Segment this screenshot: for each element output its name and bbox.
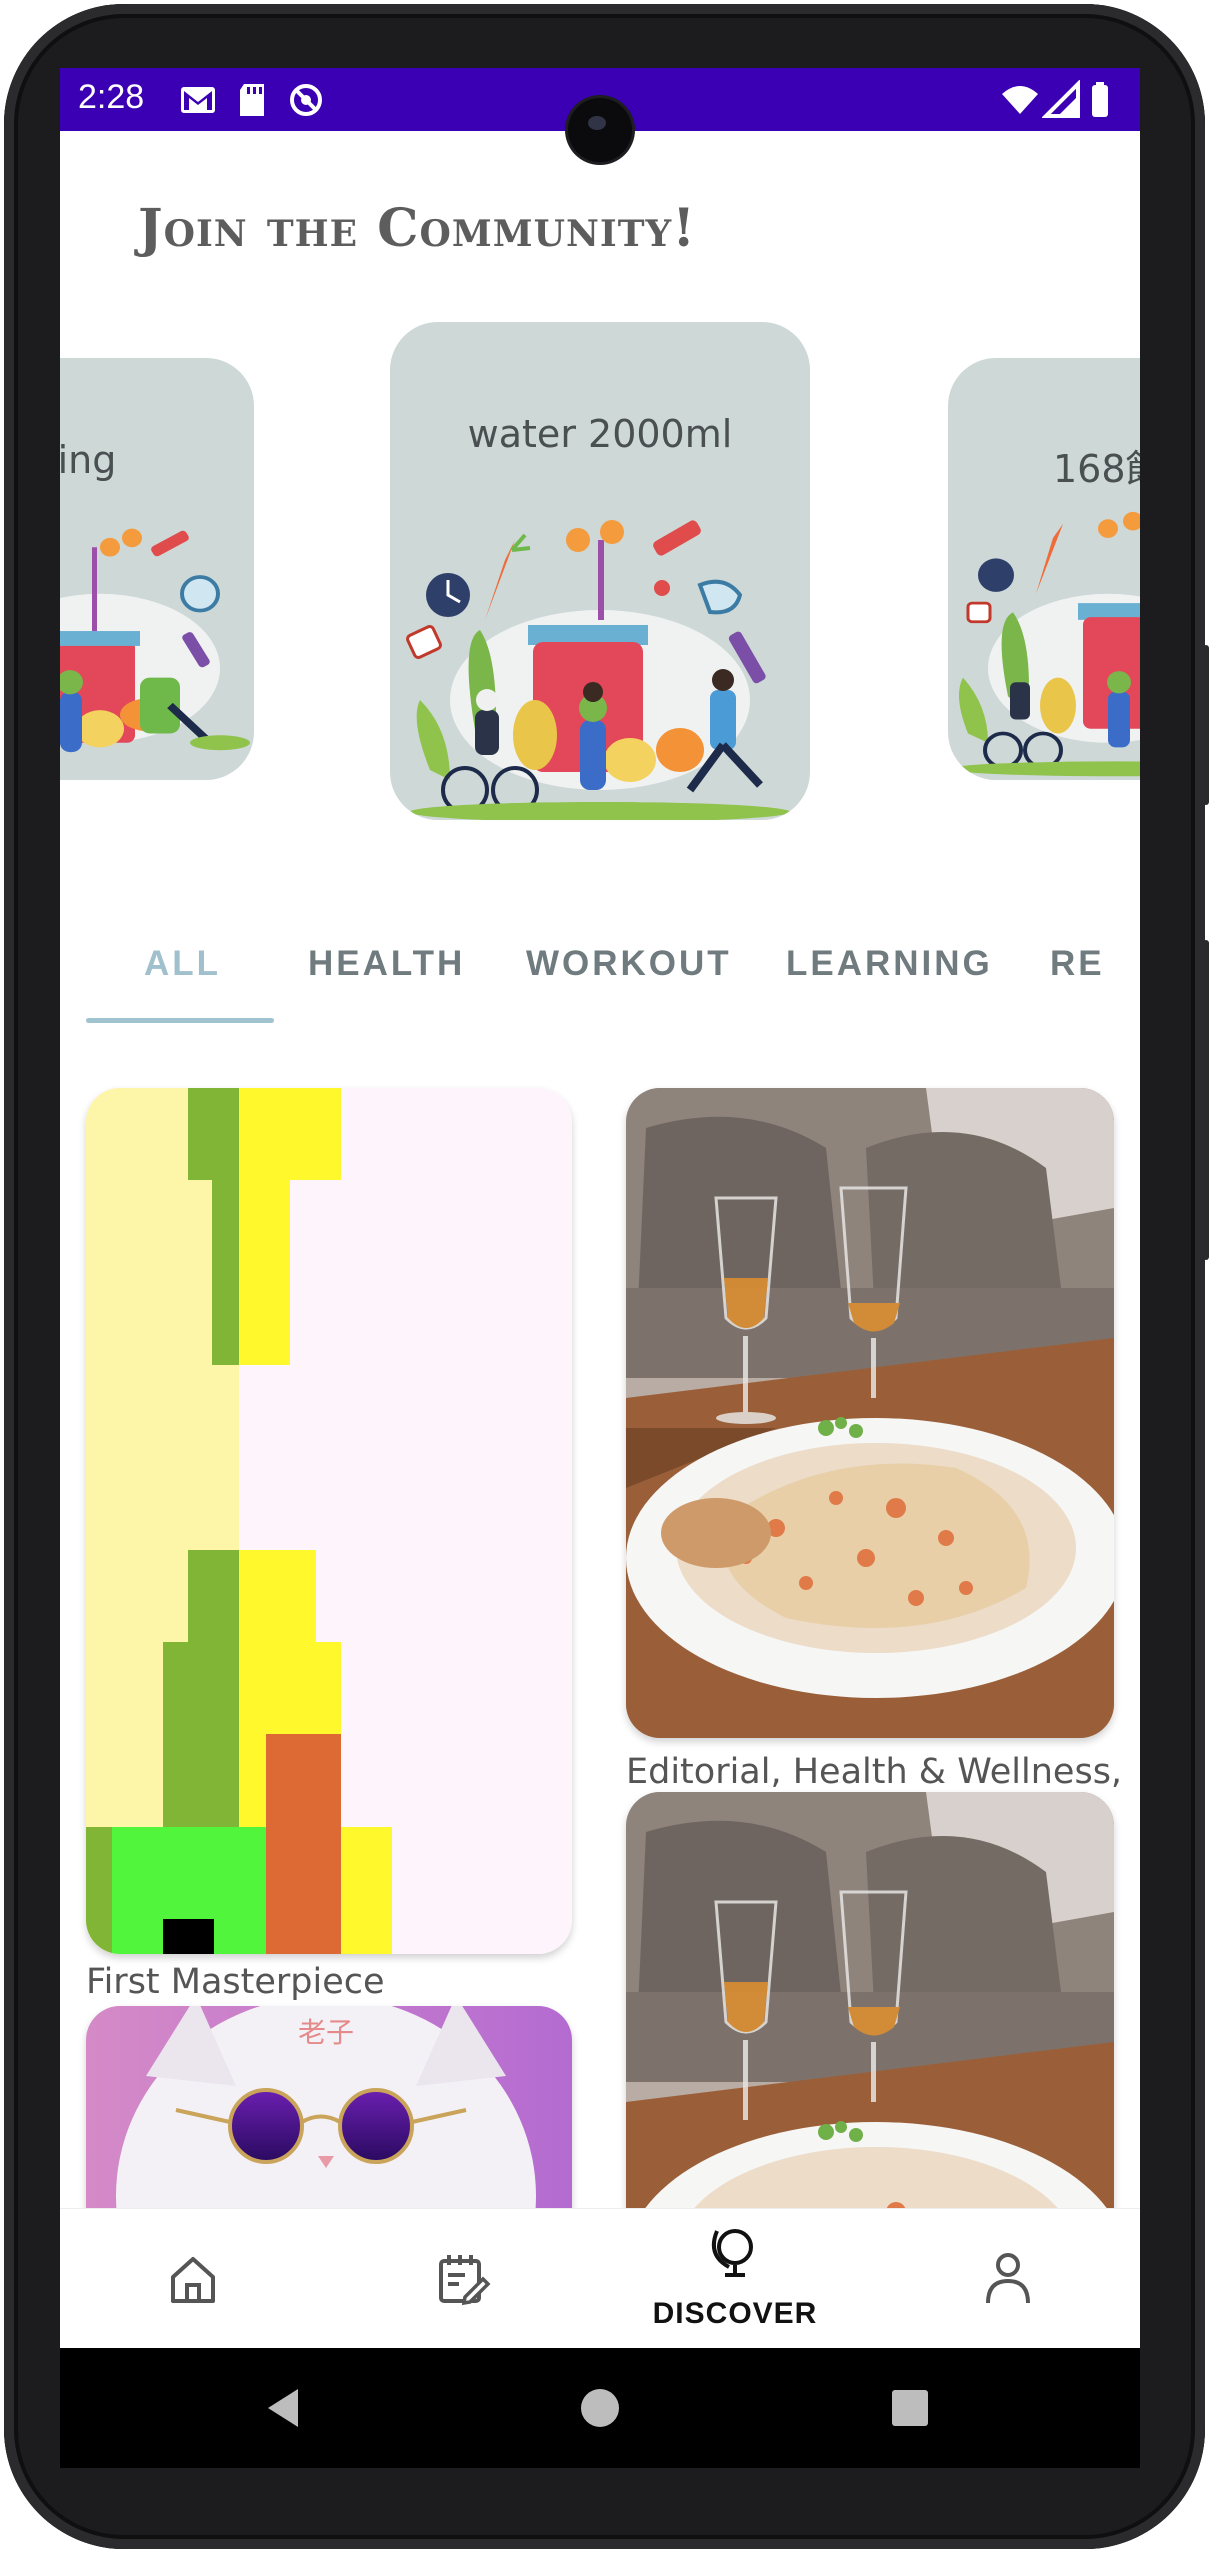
post-caption: Editorial, Health & Wellness, xyxy=(626,1752,1123,1792)
back-icon[interactable] xyxy=(260,2383,310,2433)
carousel-card-center[interactable]: water 2000ml xyxy=(390,322,810,820)
system-navigation-bar xyxy=(60,2348,1140,2468)
card-label: water 2000ml xyxy=(467,412,733,456)
battery-icon xyxy=(1092,82,1108,117)
nav-profile[interactable] xyxy=(870,2209,1140,2349)
tab-all[interactable]: ALL xyxy=(144,914,221,1014)
tab-reading[interactable]: REA xyxy=(1050,914,1105,1014)
gmail-icon xyxy=(181,87,215,113)
nav-discover-label: DISCOVER xyxy=(652,2297,818,2330)
nav-journal[interactable] xyxy=(330,2209,600,2349)
front-camera xyxy=(568,98,632,162)
page-title: Join the Community! xyxy=(138,198,697,259)
cat-overlay-text: 老子 xyxy=(298,2016,354,2049)
home-circle-icon[interactable] xyxy=(575,2383,625,2433)
active-tab-indicator xyxy=(86,1018,274,1023)
pasta-and-wine-image xyxy=(626,1088,1114,1738)
category-tabs: ALL HEALTH WORKOUT LEARNING REA xyxy=(60,914,1140,1024)
carousel-card-left[interactable]: lking xyxy=(60,358,254,780)
fitness-illustration xyxy=(406,520,790,820)
post-caption: First Masterpiece xyxy=(86,1962,385,2002)
power-button xyxy=(1203,940,1209,1260)
app-screen: 2:28 Join the Community! lking xyxy=(60,68,1140,2468)
bottom-navigation: DISCOVER xyxy=(60,2208,1140,2349)
journal-edit-icon xyxy=(439,2255,491,2306)
card-label: lking xyxy=(60,438,117,482)
volume-button xyxy=(1203,645,1209,805)
post-image-pixel-art[interactable] xyxy=(86,1088,572,1954)
sync-disabled-icon xyxy=(290,84,322,116)
nav-home[interactable] xyxy=(60,2209,330,2349)
carousel-card-right[interactable]: 168飲 xyxy=(948,358,1140,780)
recents-icon[interactable] xyxy=(885,2383,935,2433)
signal-icon xyxy=(1042,80,1080,118)
phone-device: 2:28 Join the Community! lking xyxy=(0,0,1209,2553)
home-icon xyxy=(171,2257,215,2303)
tab-health[interactable]: HEALTH xyxy=(308,914,465,1014)
tab-learning[interactable]: LEARNING xyxy=(786,914,993,1014)
sd-card-icon xyxy=(240,84,264,116)
fitness-illustration xyxy=(60,528,250,753)
fitness-illustration xyxy=(948,511,1140,777)
tab-overflow-clip: REA xyxy=(1050,914,1105,1014)
wifi-icon xyxy=(1002,86,1038,114)
tab-workout[interactable]: WORKOUT xyxy=(526,914,732,1014)
discover-globe-icon xyxy=(712,2229,753,2277)
nav-discover[interactable]: DISCOVER xyxy=(600,2209,870,2349)
pixel-art-image xyxy=(86,1088,572,1954)
card-label: 168飲 xyxy=(1053,447,1140,491)
person-icon xyxy=(986,2253,1030,2304)
status-time: 2:28 xyxy=(78,78,145,116)
post-image-pasta[interactable] xyxy=(626,1088,1114,1738)
